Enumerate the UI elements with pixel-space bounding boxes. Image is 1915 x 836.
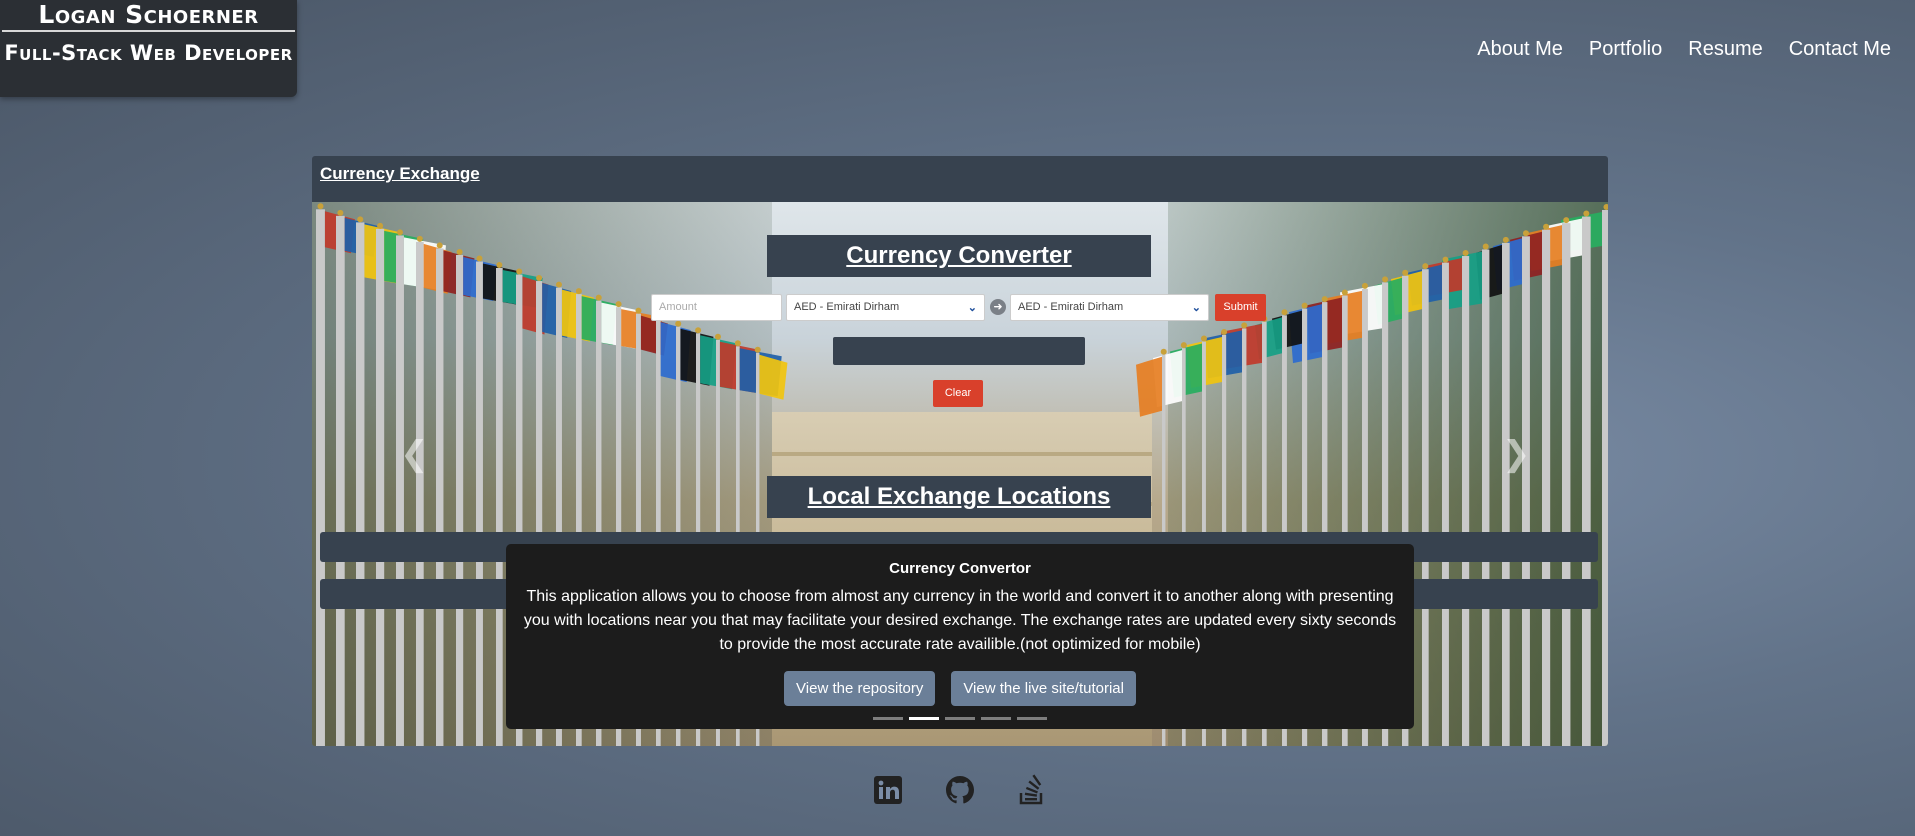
carousel-indicators [312,717,1608,720]
card-title-link[interactable]: Currency Exchange [320,164,480,183]
carousel-indicator[interactable] [873,717,903,720]
view-repository-button[interactable]: View the repository [784,671,936,706]
carousel-indicator[interactable] [945,717,975,720]
project-carousel: Currency Converter Amount AED - Emirati … [312,202,1608,746]
carousel-indicator[interactable] [909,717,939,720]
social-links [872,774,1048,806]
linkedin-icon[interactable] [872,774,904,806]
carousel-indicator[interactable] [1017,717,1047,720]
chevron-down-icon: ⌄ [1191,302,1201,314]
stackoverflow-icon[interactable] [1016,774,1048,806]
logo-role: Full-Stack Web Developer [4,41,293,65]
nav-portfolio[interactable]: Portfolio [1589,38,1662,61]
locations-title: Local Exchange Locations [767,476,1151,518]
carousel-caption: Currency Convertor This application allo… [506,544,1414,729]
card-header: Currency Exchange [312,156,1608,202]
nav-resume[interactable]: Resume [1688,38,1762,61]
site-logo[interactable]: Logan Schoerner Full-Stack Web Developer [0,0,297,97]
nav-about-me[interactable]: About Me [1477,38,1563,61]
main-nav: About Me Portfolio Resume Contact Me [1477,38,1891,61]
caption-title: Currency Convertor [889,560,1031,577]
carousel-indicator[interactable] [981,717,1011,720]
clear-button[interactable]: Clear [933,380,983,407]
arrow-right-icon: ➜ [990,299,1006,315]
from-currency-value: AED - Emirati Dirham [794,301,900,313]
caption-text: This application allows you to choose fr… [523,588,1397,653]
conversion-result [833,337,1085,365]
carousel-prev-icon[interactable]: ❮ [400,434,429,474]
carousel-next-icon[interactable]: ❯ [1502,434,1531,474]
amount-input[interactable]: Amount [651,294,782,321]
to-currency-select[interactable]: AED - Emirati Dirham ⌄ [1010,294,1209,321]
nav-contact-me[interactable]: Contact Me [1789,38,1891,61]
logo-name: Logan Schoerner [2,0,295,32]
to-currency-value: AED - Emirati Dirham [1018,301,1124,313]
github-icon[interactable] [944,774,976,806]
submit-button[interactable]: Submit [1215,294,1266,321]
converter-title: Currency Converter [767,235,1151,277]
view-live-site-button[interactable]: View the live site/tutorial [951,671,1136,706]
project-card: Currency Exchange Currency Converter Amo… [312,156,1608,746]
from-currency-select[interactable]: AED - Emirati Dirham ⌄ [786,294,985,321]
chevron-down-icon: ⌄ [967,302,977,314]
